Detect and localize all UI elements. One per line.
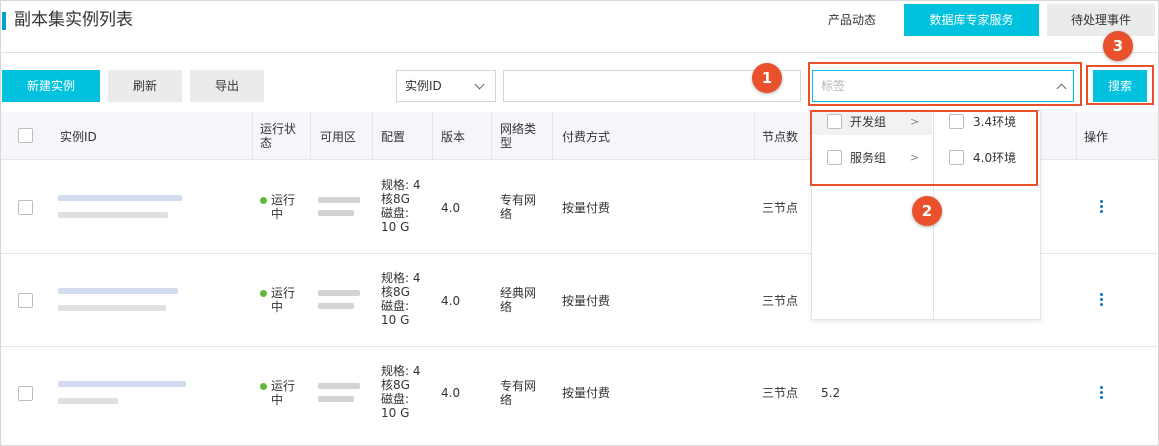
column-divider — [252, 112, 253, 160]
instance-name — [58, 212, 168, 218]
chevron-up-icon — [1056, 83, 1067, 94]
config-line: 磁盘: — [381, 392, 410, 406]
network-line: 络 — [500, 393, 513, 407]
status-running-dot — [260, 383, 267, 390]
refresh-button[interactable]: 刷新 — [108, 70, 182, 102]
tag-select[interactable]: 标签 — [812, 70, 1074, 102]
export-button[interactable]: 导出 — [190, 70, 264, 102]
column-divider — [432, 112, 433, 160]
zone-value — [318, 197, 360, 203]
column-divider — [754, 112, 755, 160]
col-header-zone: 可用区 — [320, 130, 357, 144]
network-line: 经典网 — [500, 286, 537, 300]
zone-value — [318, 303, 354, 309]
column-divider — [1076, 112, 1077, 160]
product-news-link[interactable]: 产品动态 — [812, 4, 892, 36]
callout-badge: 1 — [752, 63, 782, 93]
col-header-actions: 操作 — [1084, 130, 1109, 144]
tag-select-placeholder: 标签 — [821, 79, 846, 93]
col-header-network: 网络类型 — [500, 122, 537, 150]
create-instance-button[interactable]: 新建实例 — [2, 70, 100, 102]
network-line: 专有网 — [500, 379, 537, 393]
status-text: 运行中 — [271, 193, 296, 221]
search-field-select[interactable]: 实例ID — [396, 70, 496, 102]
more-vertical-icon[interactable] — [1100, 293, 1103, 306]
nodes-value: 三节点 — [762, 386, 799, 400]
config-line: 核8G — [381, 378, 410, 392]
billing-value: 按量付费 — [562, 294, 611, 308]
callout-badge: 2 — [912, 196, 942, 226]
config-line: 核8G — [381, 192, 410, 206]
instance-id-link[interactable] — [58, 288, 178, 294]
col-header-config: 配置 — [381, 130, 406, 144]
select-all-checkbox[interactable] — [18, 128, 33, 143]
col-header-version: 版本 — [441, 130, 466, 144]
status-text: 运行中 — [271, 379, 296, 407]
search-button[interactable]: 搜索 — [1093, 70, 1147, 102]
extra-value: 5.2 — [821, 386, 841, 400]
status-running-dot — [260, 290, 267, 297]
config-line: 磁盘: — [381, 206, 410, 220]
status-running-dot — [260, 197, 267, 204]
search-field-select-value: 实例ID — [405, 79, 442, 93]
instance-name — [58, 305, 166, 311]
instance-id-link[interactable] — [58, 195, 182, 201]
nodes-value: 三节点 — [762, 294, 799, 308]
more-vertical-icon[interactable] — [1100, 200, 1103, 213]
billing-value: 按量付费 — [562, 386, 611, 400]
network-line: 专有网 — [500, 193, 537, 207]
db-expert-service-button[interactable]: 数据库专家服务 — [904, 4, 1039, 36]
config-line: 磁盘: — [381, 299, 410, 313]
header-divider — [1, 52, 1158, 53]
billing-value: 按量付费 — [562, 201, 611, 215]
chevron-down-icon — [474, 79, 485, 90]
column-divider — [491, 112, 492, 160]
config-line: 规格: 4 — [381, 178, 421, 192]
version-value: 4.0 — [441, 294, 461, 308]
config-line: 规格: 4 — [381, 271, 421, 285]
version-value: 4.0 — [441, 386, 461, 400]
column-divider — [372, 112, 373, 160]
config-line: 核8G — [381, 285, 410, 299]
zone-value — [318, 290, 360, 296]
instance-name — [58, 398, 118, 404]
config-line: 10 G — [381, 406, 410, 420]
callout-badge: 3 — [1103, 31, 1133, 61]
network-line: 络 — [500, 300, 513, 314]
col-header-billing: 付费方式 — [562, 130, 611, 144]
row-divider — [1, 346, 1158, 347]
instance-id-link[interactable] — [58, 381, 186, 387]
nodes-value: 三节点 — [762, 201, 799, 215]
pending-events-button[interactable]: 待处理事件 — [1047, 4, 1155, 36]
config-line: 10 G — [381, 313, 410, 327]
network-line: 络 — [500, 207, 513, 221]
more-vertical-icon[interactable] — [1100, 386, 1103, 399]
col-header-status: 运行状态 — [260, 122, 297, 150]
version-value: 4.0 — [441, 201, 461, 215]
column-divider — [552, 112, 553, 160]
row-checkbox[interactable] — [18, 293, 33, 308]
zone-value — [318, 396, 354, 402]
config-line: 规格: 4 — [381, 364, 421, 378]
row-checkbox[interactable] — [18, 200, 33, 215]
col-header-instance-id: 实例ID — [60, 130, 97, 144]
config-line: 10 G — [381, 220, 410, 234]
row-checkbox[interactable] — [18, 386, 33, 401]
status-text: 运行中 — [271, 286, 296, 314]
col-header-nodes: 节点数 — [762, 130, 799, 144]
column-divider — [310, 112, 311, 160]
title-accent-bar — [2, 12, 6, 30]
zone-value — [318, 210, 354, 216]
zone-value — [318, 383, 360, 389]
callout-box-tag-options — [810, 110, 1038, 186]
page-title: 副本集实例列表 — [14, 10, 133, 30]
